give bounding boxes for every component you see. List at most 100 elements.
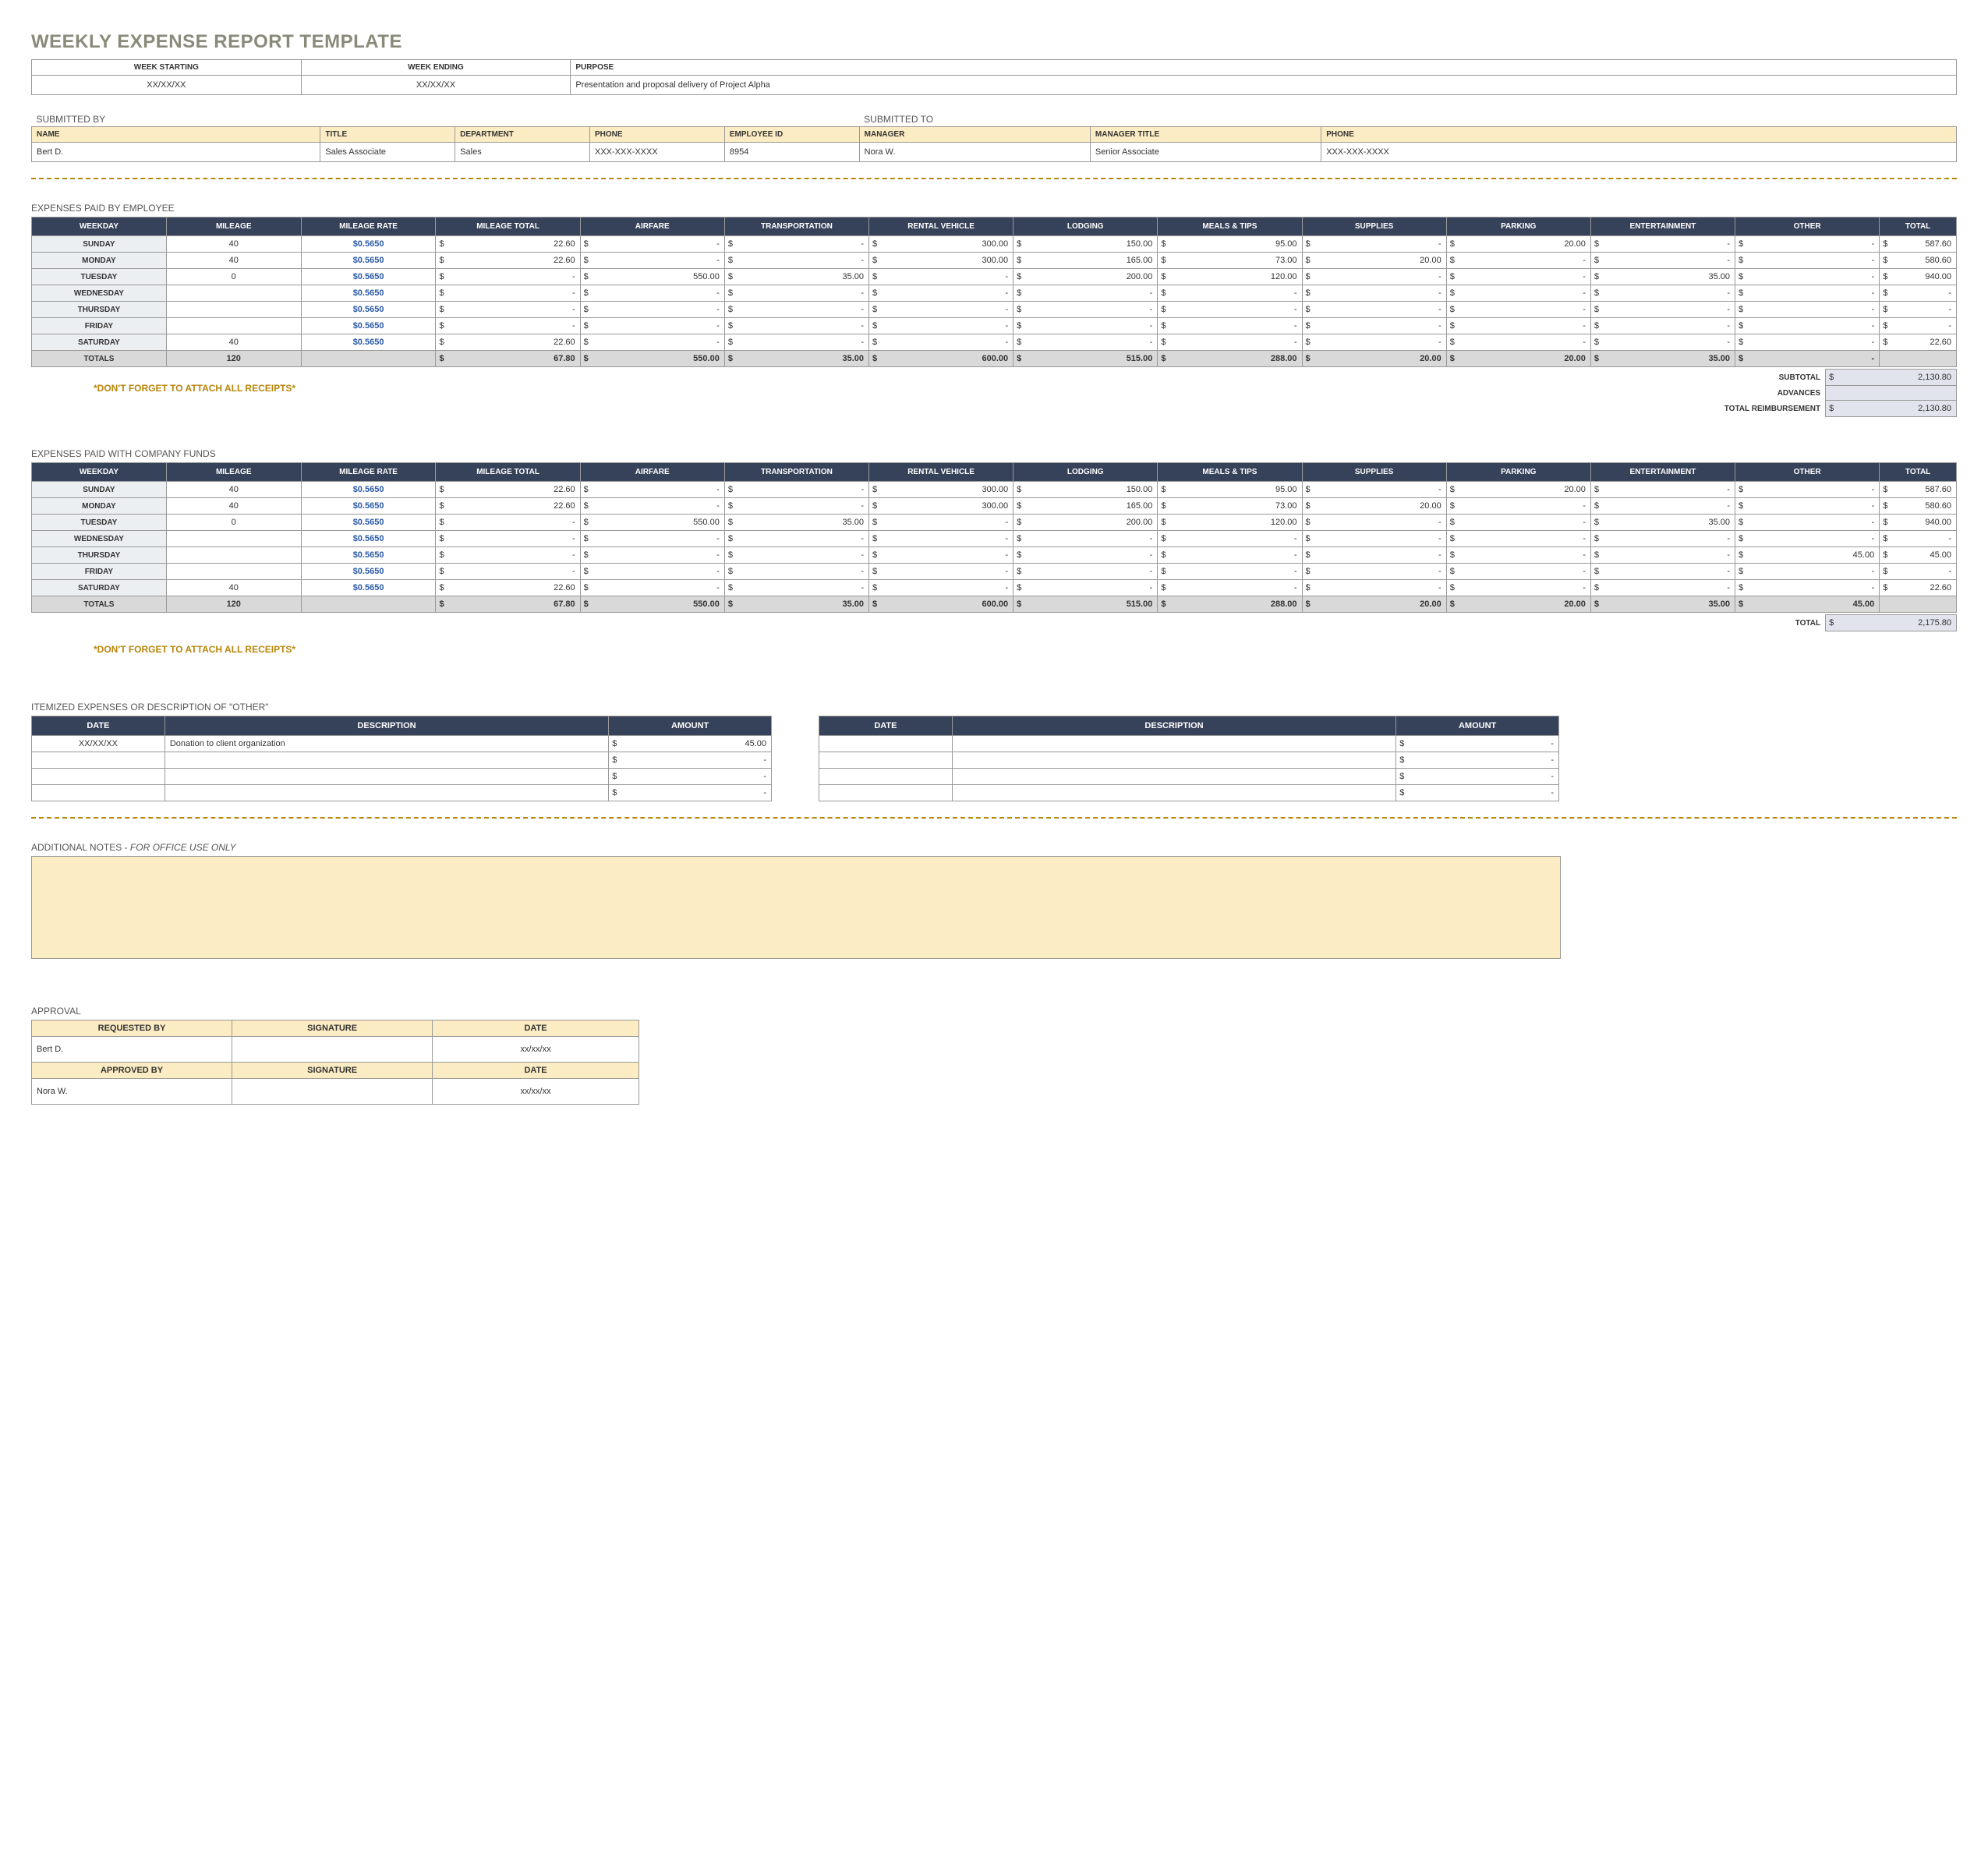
v-mgr[interactable]: Nora W.	[859, 143, 1090, 162]
cell-pa[interactable]: $-	[1446, 302, 1590, 318]
cell-pa[interactable]: $-	[1446, 580, 1590, 596]
cell-rv[interactable]: $-	[869, 547, 1013, 564]
item-date[interactable]	[819, 785, 953, 801]
cell-su[interactable]: $-	[1302, 334, 1446, 351]
item-desc[interactable]: Donation to client organization	[164, 736, 608, 752]
item-date[interactable]: XX/XX/XX	[32, 736, 165, 752]
cell-air[interactable]: $-	[580, 580, 724, 596]
v-name[interactable]: Bert D.	[32, 143, 320, 162]
item-desc[interactable]	[164, 769, 608, 785]
cell-lo[interactable]: $-	[1013, 334, 1158, 351]
mileage[interactable]: 40	[166, 253, 301, 269]
item-desc[interactable]	[164, 785, 608, 801]
cell-rv[interactable]: $-	[869, 302, 1013, 318]
v-dept[interactable]: Sales	[455, 143, 590, 162]
cell-su[interactable]: $-	[1302, 547, 1446, 564]
cell-lo[interactable]: $-	[1013, 531, 1158, 547]
cell-ot[interactable]: $45.00	[1735, 547, 1880, 564]
cell-en[interactable]: $-	[1590, 302, 1735, 318]
cell-pa[interactable]: $-	[1446, 269, 1590, 285]
cell-pa[interactable]: $-	[1446, 498, 1590, 515]
cell-en[interactable]: $35.00	[1590, 269, 1735, 285]
cell-tr[interactable]: $-	[724, 564, 868, 580]
mileage[interactable]: 40	[166, 236, 301, 253]
cell-air[interactable]: $-	[580, 302, 724, 318]
item-amount[interactable]: $-	[609, 752, 772, 769]
cell-lo[interactable]: $200.00	[1013, 269, 1158, 285]
cell-me[interactable]: $-	[1158, 564, 1302, 580]
v-mgrtitle[interactable]: Senior Associate	[1090, 143, 1321, 162]
item-date[interactable]	[32, 769, 165, 785]
cell-tr[interactable]: $-	[724, 580, 868, 596]
item-date[interactable]	[819, 769, 953, 785]
mileage[interactable]: 40	[166, 498, 301, 515]
cell-ot[interactable]: $-	[1735, 580, 1880, 596]
cell-lo[interactable]: $165.00	[1013, 253, 1158, 269]
cell-tr[interactable]: $-	[724, 236, 868, 253]
cell-tr[interactable]: $-	[724, 253, 868, 269]
cell-pa[interactable]: $-	[1446, 253, 1590, 269]
cell-en[interactable]: $-	[1590, 334, 1735, 351]
item-amount[interactable]: $45.00	[609, 736, 772, 752]
item-desc[interactable]	[952, 785, 1395, 801]
cell-lo[interactable]: $-	[1013, 564, 1158, 580]
cell-su[interactable]: $-	[1302, 482, 1446, 498]
item-date[interactable]	[32, 752, 165, 769]
cell-me[interactable]: $-	[1158, 547, 1302, 564]
item-desc[interactable]	[952, 769, 1395, 785]
cell-en[interactable]: $-	[1590, 564, 1735, 580]
cell-me[interactable]: $95.00	[1158, 482, 1302, 498]
cell-pa[interactable]: $-	[1446, 318, 1590, 334]
cell-pa[interactable]: $-	[1446, 531, 1590, 547]
cell-air[interactable]: $-	[580, 334, 724, 351]
cell-air[interactable]: $-	[580, 498, 724, 515]
cell-ot[interactable]: $-	[1735, 302, 1880, 318]
cell-air[interactable]: $550.00	[580, 515, 724, 531]
cell-rv[interactable]: $-	[869, 515, 1013, 531]
cell-en[interactable]: $-	[1590, 580, 1735, 596]
item-amount[interactable]: $-	[1396, 752, 1559, 769]
cell-lo[interactable]: $200.00	[1013, 515, 1158, 531]
cell-en[interactable]: $-	[1590, 285, 1735, 302]
cell-rv[interactable]: $-	[869, 334, 1013, 351]
cell-me[interactable]: $-	[1158, 531, 1302, 547]
app-sig[interactable]	[232, 1079, 433, 1105]
purpose-value[interactable]: Presentation and proposal delivery of Pr…	[571, 76, 1957, 95]
cell-lo[interactable]: $-	[1013, 580, 1158, 596]
cell-en[interactable]: $-	[1590, 253, 1735, 269]
cell-pa[interactable]: $20.00	[1446, 482, 1590, 498]
cell-su[interactable]: $20.00	[1302, 253, 1446, 269]
item-desc[interactable]	[164, 752, 608, 769]
cell-ot[interactable]: $-	[1735, 318, 1880, 334]
mileage[interactable]	[166, 531, 301, 547]
item-date[interactable]	[819, 752, 953, 769]
cell-rv[interactable]: $-	[869, 269, 1013, 285]
cell-en[interactable]: $-	[1590, 236, 1735, 253]
mileage[interactable]	[166, 564, 301, 580]
cell-en[interactable]: $-	[1590, 482, 1735, 498]
cell-lo[interactable]: $-	[1013, 302, 1158, 318]
cell-rv[interactable]: $300.00	[869, 253, 1013, 269]
cell-en[interactable]: $-	[1590, 547, 1735, 564]
app-date[interactable]: xx/xx/xx	[433, 1079, 639, 1105]
week-start-value[interactable]: XX/XX/XX	[32, 76, 302, 95]
cell-tr[interactable]: $-	[724, 285, 868, 302]
cell-en[interactable]: $-	[1590, 498, 1735, 515]
cell-air[interactable]: $550.00	[580, 269, 724, 285]
item-amount[interactable]: $-	[1396, 736, 1559, 752]
cell-me[interactable]: $120.00	[1158, 515, 1302, 531]
cell-tr[interactable]: $-	[724, 498, 868, 515]
cell-rv[interactable]: $-	[869, 285, 1013, 302]
cell-su[interactable]: $-	[1302, 318, 1446, 334]
week-end-value[interactable]: XX/XX/XX	[301, 76, 571, 95]
cell-tr[interactable]: $35.00	[724, 515, 868, 531]
cell-rv[interactable]: $-	[869, 318, 1013, 334]
cell-air[interactable]: $-	[580, 547, 724, 564]
cell-rv[interactable]: $-	[869, 564, 1013, 580]
cell-su[interactable]: $-	[1302, 564, 1446, 580]
v-mgrphone[interactable]: XXX-XXX-XXXX	[1321, 143, 1957, 162]
cell-me[interactable]: $120.00	[1158, 269, 1302, 285]
cell-en[interactable]: $-	[1590, 531, 1735, 547]
mileage[interactable]	[166, 318, 301, 334]
item-amount[interactable]: $-	[1396, 769, 1559, 785]
